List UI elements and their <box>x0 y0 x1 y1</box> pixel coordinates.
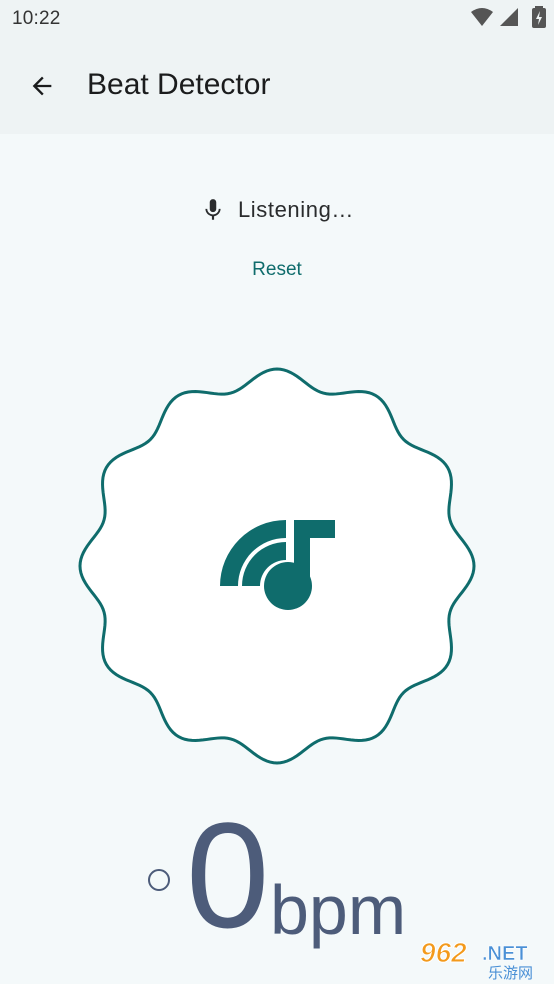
note-flag <box>294 520 335 538</box>
beat-indicator <box>148 869 170 891</box>
watermark-logo: 962 .NET 乐游网 <box>420 937 534 981</box>
note-head <box>264 562 312 610</box>
svg-text:.NET: .NET <box>482 943 528 965</box>
svg-text:962: 962 <box>420 937 467 968</box>
beat-detector[interactable] <box>0 0 554 984</box>
bpm-value: 0 <box>186 791 270 959</box>
bpm-unit: bpm <box>270 871 407 949</box>
svg-text:乐游网: 乐游网 <box>488 964 533 980</box>
